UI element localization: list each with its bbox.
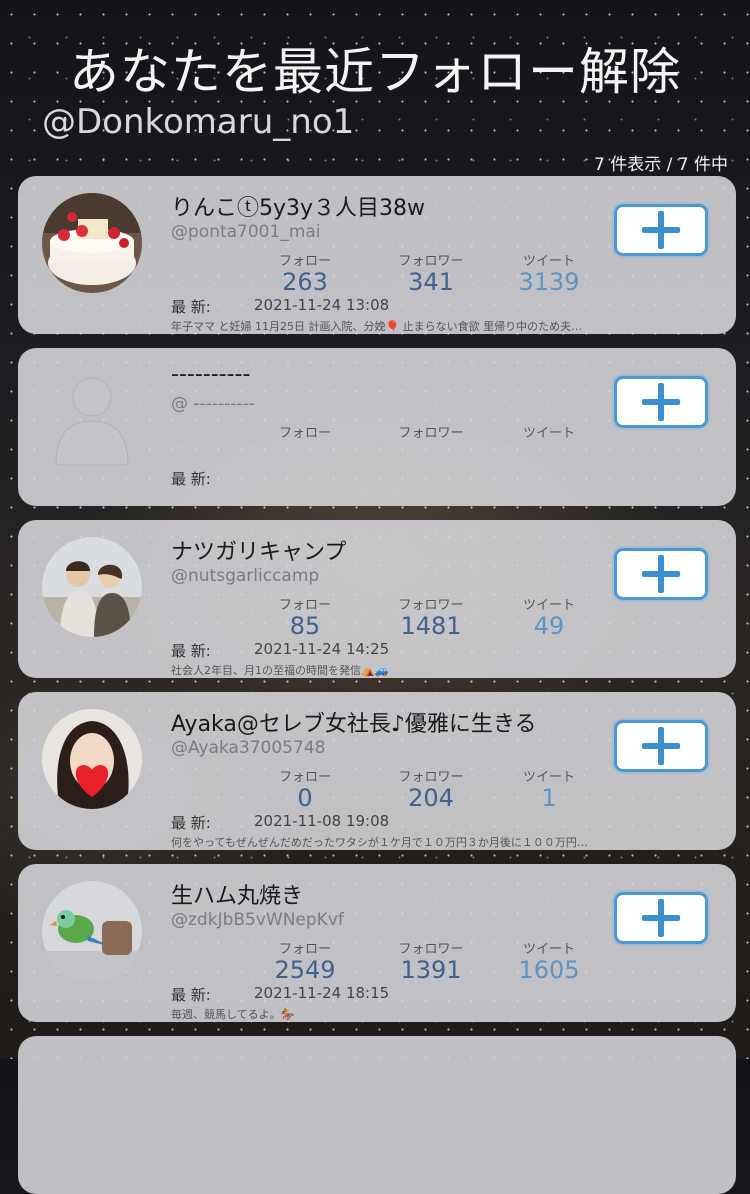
tweets-label: ツイート — [522, 426, 575, 441]
follow-button[interactable] — [614, 376, 708, 428]
followers-count: 1391 — [400, 956, 462, 984]
user-id: @Ayaka37005748 — [171, 738, 326, 758]
followers-label: フォロワー — [398, 254, 464, 269]
user-id: @ ---------- — [171, 394, 255, 414]
follow-count: 2549 — [274, 956, 336, 984]
two-people-avatar-icon[interactable] — [42, 537, 142, 637]
latest-label: 最 新: — [171, 642, 211, 660]
user-name: りんこⓣ5y3y３人目38w — [171, 196, 426, 221]
user-id: @nutsgarliccamp — [171, 566, 320, 586]
woman-heart-avatar-icon[interactable] — [42, 709, 142, 809]
latest-label: 最 新: — [171, 470, 211, 488]
tweets-label: ツイート — [522, 254, 575, 269]
latest-date: 2021-11-24 14:25 — [254, 640, 390, 658]
followers-label: フォロワー — [398, 426, 464, 441]
user-name: 生ハム丸焼き — [171, 884, 304, 909]
followers-count: 341 — [408, 268, 454, 296]
user-id: @ponta7001_mai — [171, 222, 321, 242]
user-card[interactable]: ---------- @ ---------- フォロー フォロワー ツイート … — [18, 348, 736, 506]
follow-button[interactable] — [614, 892, 708, 944]
follow-button[interactable] — [614, 204, 708, 256]
page-title: あなたを最近フォロー解除 — [69, 43, 681, 101]
user-name: ---------- — [171, 362, 251, 387]
plus-icon — [642, 211, 680, 249]
latest-label: 最 新: — [171, 298, 211, 316]
user-name: Ayaka@セレブ女社長♪優雅に生きる — [171, 712, 537, 737]
tweets-label: ツイート — [522, 598, 575, 613]
user-bio: 何をやってもぜんぜんだめだったワタシが１ケ月で１０万円３か月後に１００万円… — [171, 836, 588, 849]
account-handle: @Donkomaru_no1 — [42, 102, 355, 142]
user-name: ナツガリキャンプ — [171, 540, 347, 565]
plus-icon — [642, 555, 680, 593]
follow-label: フォロー — [278, 254, 331, 269]
user-bio: 年子ママ と妊婦 11月25日 計画入院、分娩🎈 止まらない食欲 里帰り中のため… — [171, 320, 583, 333]
plus-icon — [642, 383, 680, 421]
user-card-partial[interactable] — [18, 1036, 736, 1194]
user-id: @zdkJbB5vWNepKvf — [171, 910, 344, 930]
followers-label: フォロワー — [398, 770, 464, 785]
follow-button[interactable] — [614, 720, 708, 772]
user-card[interactable]: ナツガリキャンプ @nutsgarliccamp フォロー フォロワー ツイート… — [18, 520, 736, 678]
follow-button[interactable] — [614, 548, 708, 600]
followers-label: フォロワー — [398, 942, 464, 957]
follow-label: フォロー — [278, 598, 331, 613]
default-person-icon[interactable] — [42, 365, 142, 465]
plus-icon — [642, 899, 680, 937]
cake-avatar-icon[interactable] — [42, 193, 142, 293]
latest-label: 最 新: — [171, 986, 211, 1004]
latest-date: 2021-11-08 19:08 — [254, 812, 390, 830]
tweets-count: 49 — [533, 612, 565, 640]
latest-date: 2021-11-24 18:15 — [254, 984, 390, 1002]
latest-label: 最 新: — [171, 814, 211, 832]
followers-count: 204 — [408, 784, 454, 812]
user-bio: 毎週、競馬してるよ。🏇 — [171, 1008, 295, 1021]
user-card[interactable]: 生ハム丸焼き @zdkJbB5vWNepKvf フォロー フォロワー ツイート … — [18, 864, 736, 1022]
follow-label: フォロー — [278, 942, 331, 957]
plus-icon — [642, 727, 680, 765]
tweets-count: 1 — [541, 784, 557, 812]
user-card[interactable]: りんこⓣ5y3y３人目38w @ponta7001_mai フォロー フォロワー… — [18, 176, 736, 334]
followers-count: 1481 — [400, 612, 462, 640]
tweets-count: 3139 — [518, 268, 580, 296]
follow-count: 85 — [289, 612, 321, 640]
tweets-label: ツイート — [522, 942, 575, 957]
follow-count: 0 — [297, 784, 313, 812]
tweets-label: ツイート — [522, 770, 575, 785]
follow-count: 263 — [282, 268, 328, 296]
tweets-count: 1605 — [518, 956, 580, 984]
followers-label: フォロワー — [398, 598, 464, 613]
follow-label: フォロー — [278, 770, 331, 785]
result-count: 7 件表示 / 7 件中 — [594, 155, 728, 175]
user-card[interactable]: Ayaka@セレブ女社長♪優雅に生きる @Ayaka37005748 フォロー … — [18, 692, 736, 850]
latest-date: 2021-11-24 13:08 — [254, 296, 390, 314]
user-bio: 社会人2年目、月1の至福の時間を発信⛺🚙 — [171, 664, 389, 677]
parrot-avatar-icon[interactable] — [42, 881, 142, 981]
follow-label: フォロー — [278, 426, 331, 441]
